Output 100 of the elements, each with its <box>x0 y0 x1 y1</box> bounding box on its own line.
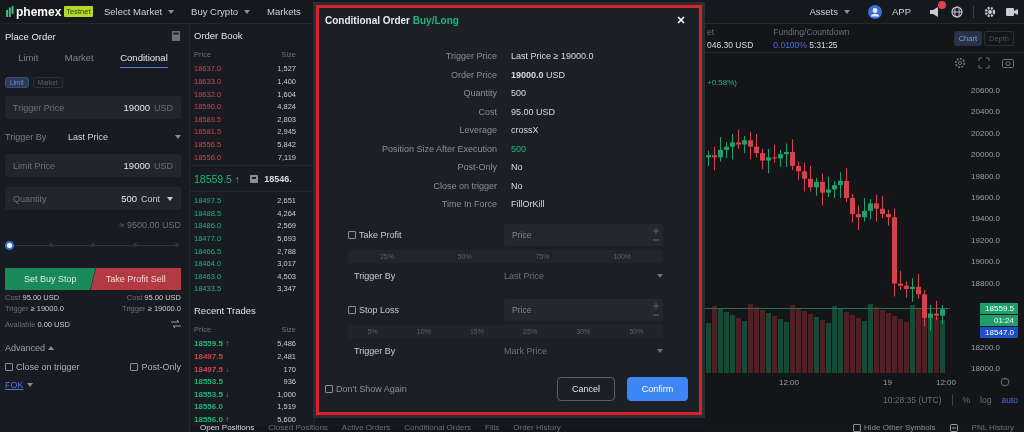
trigger-by-select[interactable]: Mark Price <box>504 345 663 356</box>
price-axis-label: 19600.0 <box>971 192 1000 204</box>
positions-tab[interactable]: Open Positions <box>200 423 255 432</box>
trigger-price-field[interactable]: Trigger Price 19000 USD <box>5 96 181 119</box>
price-axis-label: 19400.0 <box>971 213 1000 226</box>
detail-value: No <box>511 161 524 174</box>
trigger-by-label: Trigger By <box>354 345 397 356</box>
trade-price: 18556.0 ↑ <box>194 415 230 425</box>
price-axis-label: 18800.0 <box>971 277 1000 290</box>
positions-tab[interactable]: Closed Positions <box>268 423 328 432</box>
app-link[interactable]: APP <box>892 6 911 17</box>
logo-text[interactable]: phemex <box>16 4 62 19</box>
swap-icon[interactable] <box>171 319 181 329</box>
detail-value: 500 <box>511 87 528 100</box>
scale-toggle[interactable]: log <box>980 395 992 405</box>
detail-label: Time In Force <box>440 198 497 211</box>
detail-value: No <box>511 179 524 193</box>
price-tag: 18559.5 <box>980 303 1018 314</box>
price-axis-label: 20200.0 <box>971 127 1000 140</box>
trigger-by-select[interactable]: Last Price <box>504 270 663 281</box>
dialog-title: Conditional Order Buy/Long <box>325 14 459 26</box>
price-axis-label: 20400.0 <box>971 106 1000 119</box>
plus-icon[interactable] <box>653 302 659 309</box>
advanced-toggle[interactable]: Advanced <box>5 343 55 353</box>
trade-price: 18553.5 <box>194 377 223 387</box>
option-checkbox[interactable]: Close on trigger <box>5 362 80 372</box>
nav-menu[interactable]: Buy Crypto <box>191 6 251 17</box>
caret-icon <box>48 346 55 350</box>
detail-value: 95.00 USD <box>511 105 557 119</box>
price-input[interactable]: Price <box>504 298 663 321</box>
order-tab[interactable]: Market <box>64 52 94 68</box>
estimate-text: ≈ 9500.00 USD <box>118 220 181 230</box>
scale-toggle[interactable]: % <box>962 395 971 405</box>
caret-icon <box>244 9 251 14</box>
price-change: +0.58%) <box>707 78 738 87</box>
avatar-icon[interactable] <box>868 4 882 19</box>
detail-label: Post-Only <box>456 161 497 174</box>
flag-icon <box>250 174 259 183</box>
close-icon[interactable] <box>677 16 685 24</box>
caret-icon <box>657 273 663 278</box>
mark-price: 18546. <box>264 173 292 184</box>
section-checkbox[interactable]: Stop Loss <box>348 304 504 315</box>
buy-stop-button[interactable]: Set Buy Stop <box>5 268 96 290</box>
nav-menu[interactable]: Markets <box>267 6 301 17</box>
detail-label: Position Size After Execution <box>380 142 497 156</box>
hide-symbols-checkbox[interactable]: Hide Other Symbols <box>853 423 936 432</box>
cancel-button[interactable]: Cancel <box>557 377 615 401</box>
scale-toggle[interactable]: auto <box>1001 395 1018 405</box>
order-book-title: Order Book <box>194 30 244 43</box>
section-checkbox[interactable]: Take Profit <box>348 229 504 240</box>
detail-label: Order Price <box>450 68 497 82</box>
calculator-icon[interactable] <box>171 31 181 41</box>
detail-label: Quantity <box>462 87 497 100</box>
history-icon <box>949 424 958 432</box>
order-tab[interactable]: Limit <box>18 52 39 68</box>
price-axis-label: 18200.0 <box>971 341 1000 354</box>
limit-price-field[interactable]: Limit Price 19000 USD <box>5 154 181 177</box>
last-price: 18559.5 ↑ <box>194 172 241 185</box>
reset-icon[interactable] <box>999 377 1010 387</box>
funding-value: 0.0100% 5:31:25 <box>773 39 839 50</box>
trigger-by-select[interactable]: Last Price <box>68 132 181 142</box>
time-axis-label: 12:00 <box>935 377 956 387</box>
chart-clock: 10:28:35 (UTC) <box>882 395 942 405</box>
price-tag: 18547.0 <box>980 327 1018 338</box>
plus-icon[interactable] <box>653 227 659 234</box>
assets-menu[interactable]: Assets <box>809 6 850 17</box>
option-checkbox[interactable]: Post-Only <box>130 362 181 372</box>
positions-tab[interactable]: Conditional Orders <box>404 423 472 432</box>
caret-icon <box>26 383 33 387</box>
price-tag: 01:24 <box>980 315 1018 326</box>
positions-tab[interactable]: Fills <box>485 423 500 432</box>
price-axis-label: 19000.0 <box>971 256 1000 269</box>
dont-show-checkbox[interactable]: Don't Show Again <box>325 384 407 394</box>
quantity-field[interactable]: Quantity 500 Cont <box>5 187 181 210</box>
positions-tab[interactable]: Active Orders <box>341 423 391 432</box>
trigger-by-label: Trigger By <box>5 132 48 142</box>
quantity-slider[interactable] <box>5 240 181 250</box>
caret-icon <box>175 135 181 139</box>
time-axis-label: 19 <box>883 377 892 387</box>
camera-icon[interactable] <box>1002 57 1014 69</box>
price-input[interactable]: Price <box>504 223 663 246</box>
take-profit-sell-button[interactable]: Take Profit Sell <box>90 268 181 290</box>
trigger-by-label: Trigger By <box>354 270 397 281</box>
time-axis-label: 12:00 <box>779 377 800 387</box>
video-icon[interactable] <box>1006 5 1018 18</box>
confirm-button[interactable]: Confirm <box>627 377 688 401</box>
pnl-history-link[interactable]: PNL History <box>971 423 1014 432</box>
price-axis-label: 19800.0 <box>971 170 1000 183</box>
time-in-force-link[interactable]: FOK <box>5 380 33 390</box>
detail-label: Cost <box>477 105 497 119</box>
globe-icon[interactable] <box>951 5 963 18</box>
panel-title: Place Order <box>5 30 56 42</box>
positions-tab[interactable]: Order History <box>513 423 561 432</box>
fullscreen-icon[interactable] <box>978 57 990 69</box>
caret-icon <box>657 348 663 353</box>
speaker-icon[interactable] <box>929 5 941 18</box>
order-tab[interactable]: Conditional <box>120 52 168 68</box>
stat-label: Funding/Countdown <box>773 26 850 37</box>
price-axis-label: 18000.0 <box>971 363 1000 376</box>
nav-menu[interactable]: Select Market <box>104 6 175 17</box>
